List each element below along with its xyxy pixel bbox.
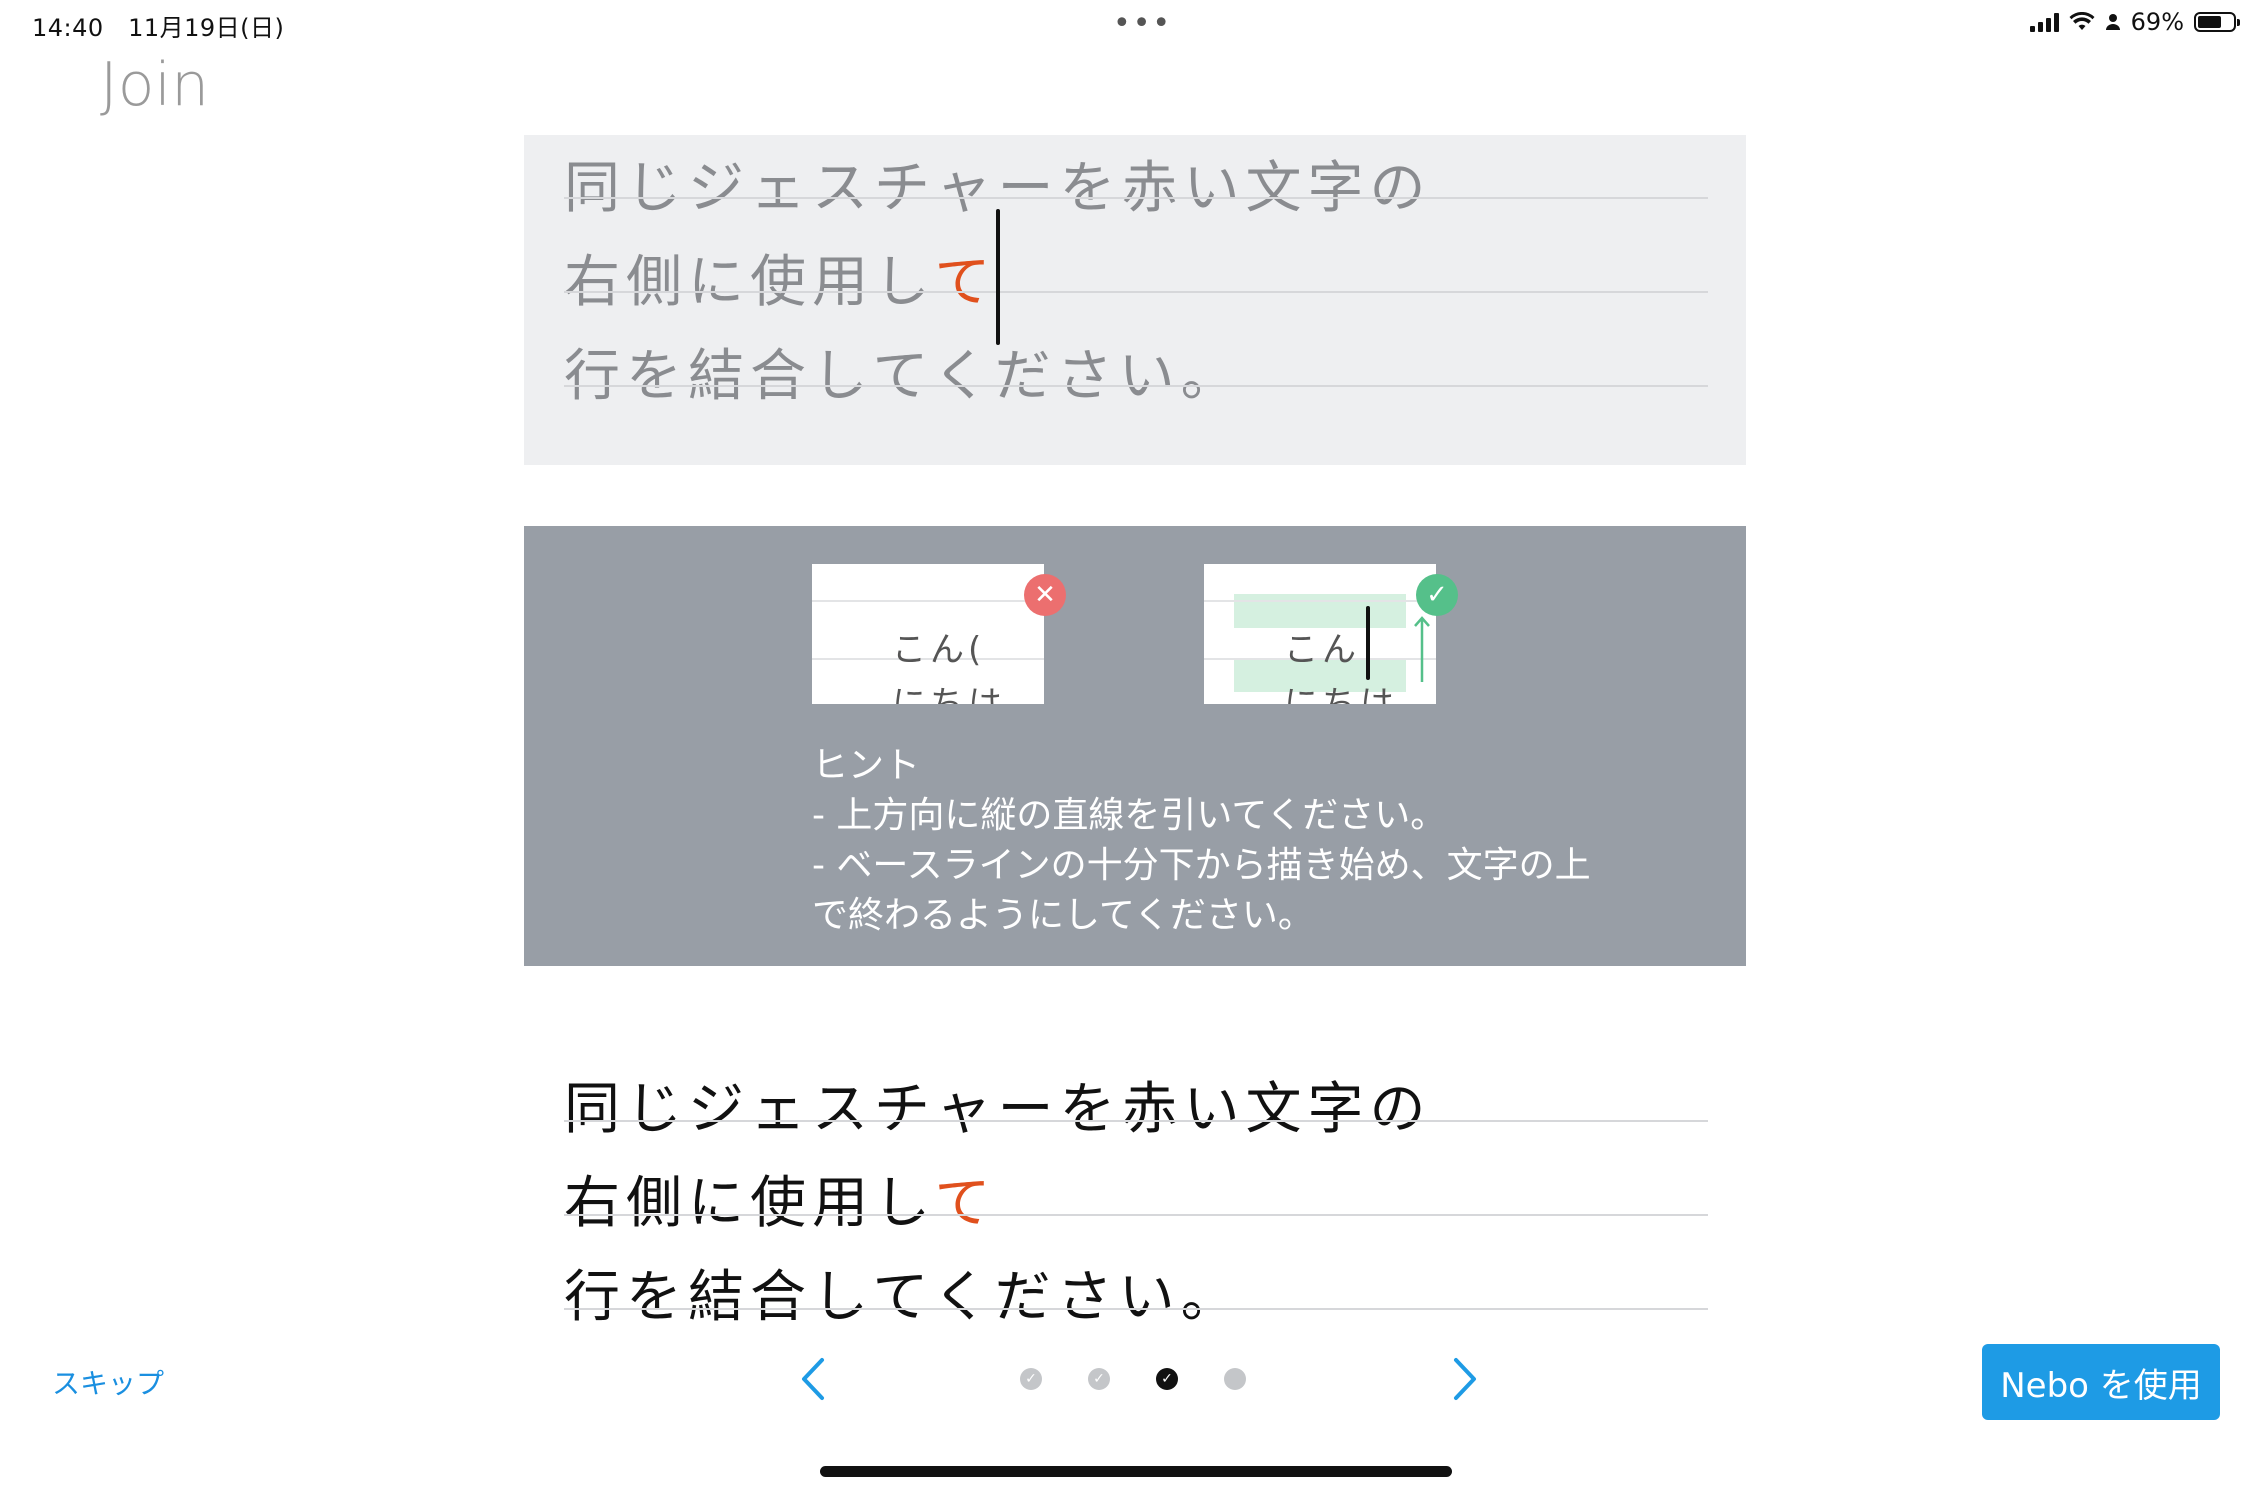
status-date: 11月19日(日) — [128, 14, 285, 42]
hint-text: ヒント - 上方向に縦の直線を引いてください。 - ベースラインの十分下から描き… — [812, 741, 1712, 941]
page-indicator: ✓ ✓ ✓ — [1020, 1368, 1246, 1390]
next-button[interactable] — [1444, 1354, 1484, 1404]
highlight-char: て — [934, 1171, 997, 1236]
hint-line: - 上方向に縦の直線を引いてください。 — [812, 795, 1447, 836]
hint-line: で終わるようにしてください。 — [812, 895, 1314, 936]
page-title: Join — [100, 50, 210, 120]
handwriting-line: 右側に使用して — [564, 250, 997, 315]
handwriting-line: 行を結合してください。 — [564, 344, 1243, 409]
handwriting-line: 右側に使用して — [564, 1171, 997, 1236]
chevron-right-icon — [1454, 1358, 1476, 1400]
wrong-example-thumbnail: こん( にちは — [812, 564, 1044, 704]
close-icon: ✕ — [1024, 574, 1066, 616]
check-icon: ✓ — [1416, 574, 1458, 616]
previous-button[interactable] — [794, 1354, 834, 1404]
chevron-left-icon — [802, 1358, 824, 1400]
battery-percent: 69% — [2130, 8, 2184, 36]
person-icon — [2105, 14, 2120, 30]
page-dot-current[interactable]: ✓ — [1156, 1368, 1178, 1390]
battery-icon — [2194, 12, 2240, 32]
page-dot-completed[interactable]: ✓ — [1020, 1368, 1042, 1390]
hint-line: - ベースラインの十分下から描き始め、文字の上 — [812, 845, 1591, 886]
handwriting-canvas[interactable]: 同じジェスチャーを赤い文字の 右側に使用して 行を結合してください。 — [524, 135, 1746, 465]
multitasking-dots[interactable]: ••• — [1113, 6, 1172, 41]
page-dot-completed[interactable]: ✓ — [1088, 1368, 1110, 1390]
battery-level-fill — [2198, 16, 2222, 28]
handwriting-line: 同じジェスチャーを赤い文字の — [564, 1077, 1432, 1142]
home-indicator[interactable] — [820, 1466, 1452, 1477]
use-nebo-button[interactable]: Nebo を使用 — [1982, 1344, 2220, 1420]
skip-button[interactable]: スキップ — [52, 1362, 164, 1402]
status-indicators: 69% — [2029, 8, 2240, 36]
hint-title: ヒント — [812, 745, 921, 786]
highlight-char: て — [934, 250, 997, 315]
page-dot[interactable] — [1224, 1368, 1246, 1390]
wifi-icon — [2069, 12, 2095, 30]
status-time: 14:40 — [32, 14, 104, 42]
hint-panel: こん( にちは ✕ こん にちは ✓ ヒント - 上方向に縦の直線を引いてくださ… — [524, 526, 1746, 966]
correct-example-thumbnail: こん にちは — [1204, 564, 1436, 704]
join-gesture-stroke — [996, 209, 1000, 345]
cellular-signal-icon — [2029, 12, 2059, 32]
handwriting-line: 行を結合してください。 — [564, 1265, 1243, 1330]
example-result: 同じジェスチャーを赤い文字の 右側に使用して 行を結合してください。 — [524, 1050, 1746, 1330]
status-clock: 14:40 11月19日(日) — [32, 8, 284, 43]
